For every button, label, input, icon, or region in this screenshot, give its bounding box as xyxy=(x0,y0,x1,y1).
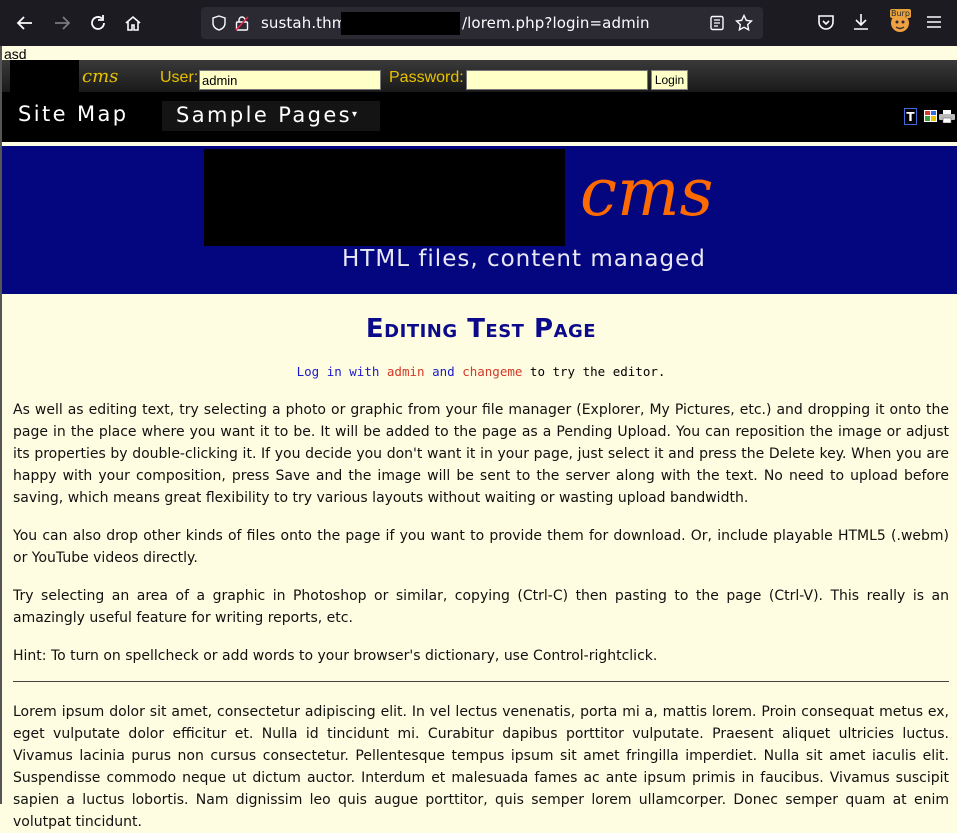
banner-cms-logo: cms xyxy=(580,154,714,231)
print-icon[interactable] xyxy=(939,110,955,123)
reload-icon[interactable] xyxy=(86,11,110,35)
menu-sample-pages[interactable]: Sample Pages▾ xyxy=(162,101,380,131)
redaction-block xyxy=(204,149,565,246)
downloads-icon[interactable] xyxy=(851,12,871,32)
url-text[interactable]: sustah.thm/ /lorem.php?login=admin xyxy=(261,14,650,32)
paragraph: Hint: To turn on spellcheck or add words… xyxy=(13,648,658,664)
url-path: /lorem.php?login=admin xyxy=(462,14,650,32)
bookmark-star-icon[interactable] xyxy=(735,14,753,32)
home-icon[interactable] xyxy=(121,11,145,35)
pocket-icon[interactable] xyxy=(816,12,836,32)
menu-sample-pages-label: Sample Pages xyxy=(176,103,352,127)
back-icon[interactable] xyxy=(13,11,37,35)
hint-suffix: to try the editor. xyxy=(522,364,666,379)
page-title: Editing Test Page xyxy=(365,314,597,344)
lock-icon[interactable] xyxy=(235,15,249,31)
hint-prefix: Log in with xyxy=(296,364,387,379)
url-host: sustah.thm/ xyxy=(261,14,352,32)
redaction-block xyxy=(10,60,79,92)
burp-badge: Burp xyxy=(890,9,911,18)
text-mode-button[interactable]: T xyxy=(904,108,917,125)
grid-layout-icon[interactable] xyxy=(924,110,937,122)
login-hint: Log in with admin and changeme to try th… xyxy=(13,364,949,379)
login-button[interactable]: Login xyxy=(651,70,688,90)
banner-tagline: HTML files, content managed xyxy=(342,246,706,272)
shield-icon[interactable] xyxy=(211,15,227,31)
password-label: Password: xyxy=(389,69,464,86)
page-viewport: asd cms User: Password: Login Site Map S… xyxy=(0,46,957,830)
redaction-block xyxy=(341,12,460,35)
password-input[interactable] xyxy=(466,70,648,90)
url-bar[interactable]: sustah.thm/ /lorem.php?login=admin xyxy=(201,7,763,39)
horizontal-rule xyxy=(13,681,949,682)
paragraph: Lorem ipsum dolor sit amet, consectetur … xyxy=(13,704,949,830)
username-input[interactable] xyxy=(199,70,381,90)
menu-bar: Site Map Sample Pages▾ T xyxy=(2,92,957,142)
hint-user: admin xyxy=(386,364,425,379)
site-banner: cms HTML files, content managed xyxy=(2,146,957,294)
paragraph: Try selecting an area of a graphic in Ph… xyxy=(13,588,949,626)
login-bar: cms User: Password: Login xyxy=(2,60,957,92)
hamburger-menu-icon[interactable] xyxy=(924,12,944,32)
chevron-down-icon: ▾ xyxy=(352,109,358,120)
hint-and: and xyxy=(424,364,463,379)
user-label: User: xyxy=(160,69,199,86)
browser-toolbar: sustah.thm/ /lorem.php?login=admin Burp xyxy=(0,0,957,46)
forward-icon[interactable] xyxy=(50,11,74,35)
hint-password: changeme xyxy=(462,364,523,379)
paragraph: You can also drop other kinds of files o… xyxy=(13,528,949,566)
menu-site-map[interactable]: Site Map xyxy=(18,102,129,126)
reader-view-icon[interactable] xyxy=(709,15,725,31)
logo-text[interactable]: cms xyxy=(82,66,118,87)
paragraph: As well as editing text, try selecting a… xyxy=(13,402,949,506)
